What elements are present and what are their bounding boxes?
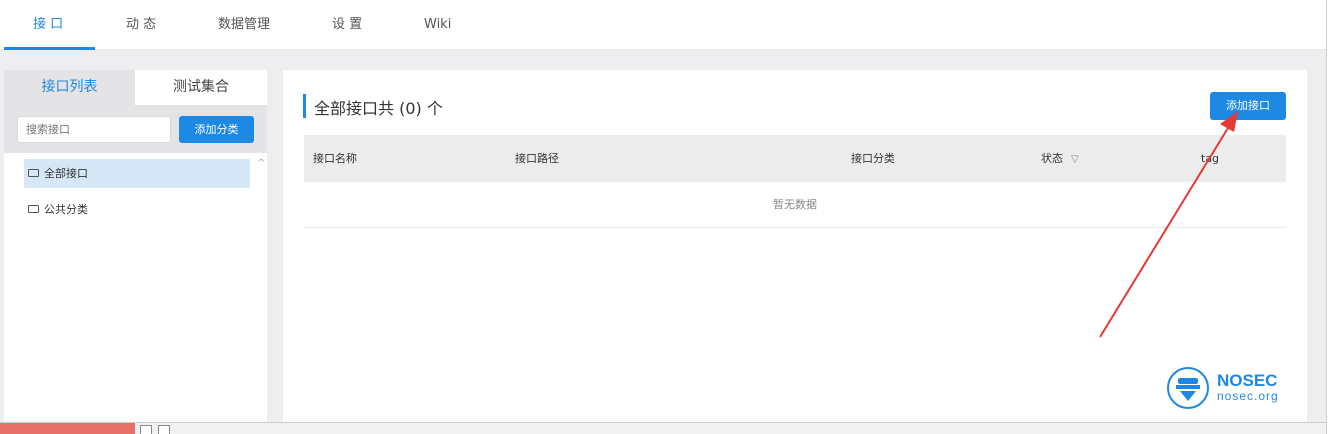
nosec-url: nosec.org [1217,389,1279,403]
arrow-head [1220,111,1238,132]
nosec-logo-icon [1167,367,1209,409]
arrow-line [1099,127,1229,338]
taskbar-button[interactable] [158,425,170,434]
taskbar-red-block [0,423,135,434]
annotation-arrow [1099,111,1238,338]
nosec-watermark: NOSEC nosec.org [1166,366,1281,410]
bottom-taskbar [0,422,1326,434]
nosec-brand: NOSEC [1217,371,1278,390]
taskbar-button[interactable] [140,425,152,434]
